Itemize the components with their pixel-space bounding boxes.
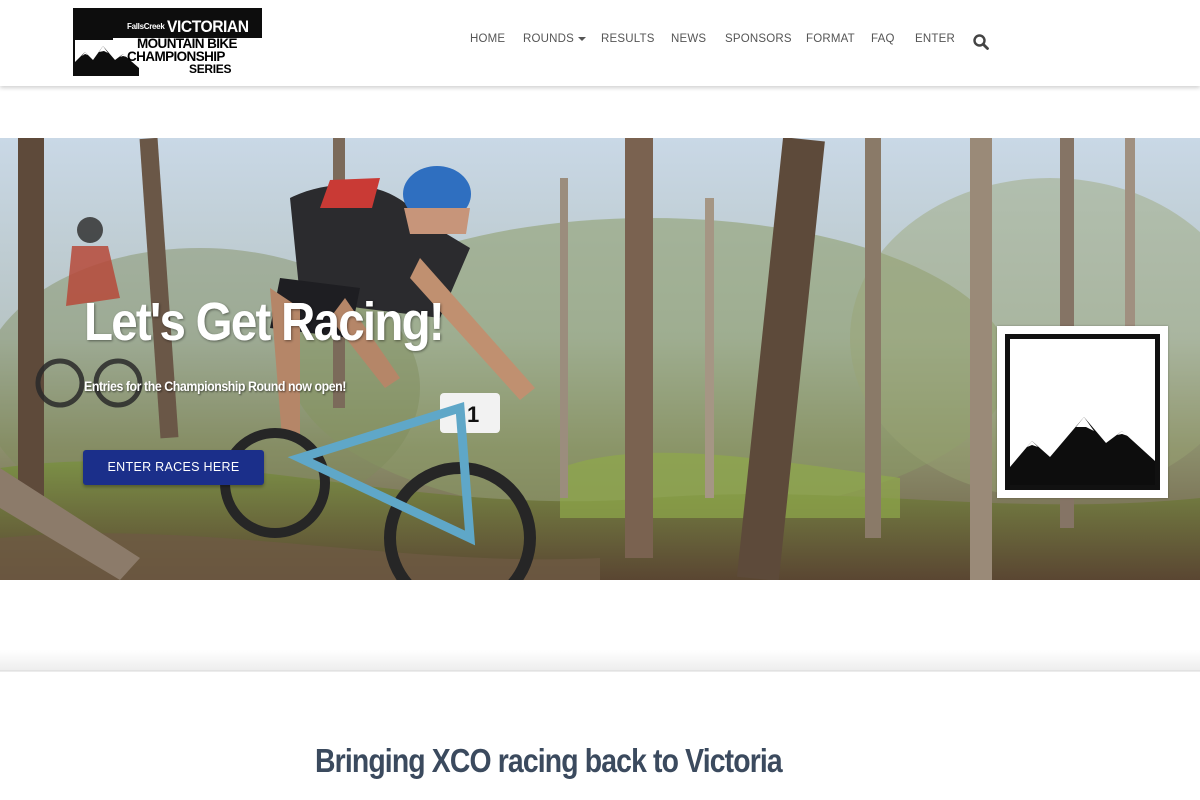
nav-rounds-label: ROUNDS [523,33,575,45]
section-divider [0,650,1200,672]
nav-format[interactable]: FORMAT [806,33,855,45]
nav-rounds[interactable]: ROUNDS [523,33,587,45]
hero-title: Let's Get Racing! [84,292,445,352]
divider-line [0,670,1200,671]
nav-news[interactable]: NEWS [671,33,706,45]
logo-brand: FallsCreek [127,22,165,31]
chevron-down-icon [578,36,587,41]
site-logo[interactable]: FallsCreek VICTORIAN MOUNTAIN BIKE CHAMP… [73,8,262,76]
section-heading: Bringing XCO racing back to Victoria [315,742,783,779]
nav-results[interactable]: RESULTS [601,33,655,45]
search-icon[interactable] [972,33,990,51]
hero-subtitle: Entries for the Championship Round now o… [84,379,346,394]
nav-enter[interactable]: ENTER [915,33,955,45]
site-header: FallsCreek VICTORIAN MOUNTAIN BIKE CHAMP… [0,0,1200,86]
badge-frame [1005,334,1160,490]
hero-banner: 1 Let's Get Racing! Entries for the Cham… [0,138,1200,580]
rider-number-plate: 1 [467,402,479,427]
series-badge [997,326,1168,498]
nav-home[interactable]: HOME [470,33,505,45]
enter-races-button[interactable]: ENTER RACES HERE [83,450,264,485]
logo-line-4: SERIES [189,62,232,76]
nav-sponsors[interactable]: SPONSORS [725,33,792,45]
nav-faq[interactable]: FAQ [871,33,895,45]
mountain-icon [1010,417,1155,485]
logo-line-1: VICTORIAN [167,17,249,36]
